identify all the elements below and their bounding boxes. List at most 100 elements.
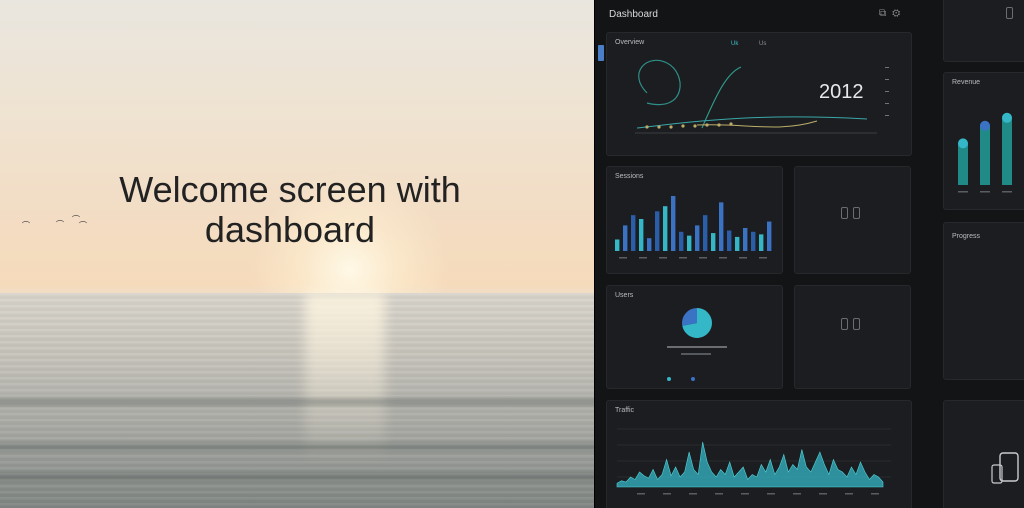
tick-label xyxy=(958,191,968,193)
bar xyxy=(743,227,748,251)
bar xyxy=(679,231,684,251)
tick-label xyxy=(1002,191,1012,193)
overview-card[interactable]: Overview Uk Us 2012 xyxy=(606,32,912,156)
sessions-bar-chart xyxy=(615,195,772,259)
pie-caption xyxy=(681,353,711,355)
tick-label xyxy=(679,257,687,259)
summary-card[interactable] xyxy=(943,0,1024,62)
tick-label xyxy=(767,493,775,495)
dashboard-panel: Dashboard ⧉⚙ Overview Uk Us 2012 Session… xyxy=(594,0,1024,508)
phone-shape xyxy=(999,452,1019,482)
bar xyxy=(663,206,668,251)
right-axis-ticks xyxy=(885,67,889,116)
handle-icon xyxy=(1006,7,1013,19)
export-icon[interactable]: ⧉ xyxy=(879,8,892,19)
series-line xyxy=(638,59,681,106)
tick-label xyxy=(871,493,879,495)
handle-icon xyxy=(853,207,860,219)
tick xyxy=(885,115,889,116)
stat-card[interactable] xyxy=(794,166,911,274)
toolbar-icons: ⧉⚙ xyxy=(879,8,906,19)
progress-card-title: Progress xyxy=(952,233,981,240)
tick-label xyxy=(759,257,767,259)
tick-label xyxy=(845,493,853,495)
bar xyxy=(647,238,652,251)
bar xyxy=(767,221,772,251)
tick-label xyxy=(699,257,707,259)
tick-label xyxy=(741,493,749,495)
data-point xyxy=(669,125,673,129)
tick xyxy=(885,103,889,104)
bar xyxy=(655,211,660,251)
bar xyxy=(759,234,764,251)
revenue-card[interactable]: Revenue xyxy=(943,72,1024,210)
tick xyxy=(885,91,889,92)
dashboard-title: Dashboard xyxy=(609,9,658,20)
bar-cap xyxy=(980,120,990,131)
bird-icon: ⌒ xyxy=(56,220,64,229)
bar-cap xyxy=(958,138,968,149)
data-point xyxy=(645,125,649,129)
users-card[interactable]: Users xyxy=(606,285,783,389)
bar xyxy=(623,225,628,251)
bar xyxy=(671,195,676,251)
users-pie-chart xyxy=(667,308,727,381)
tick-label xyxy=(719,257,727,259)
legend-swatch xyxy=(667,377,671,381)
tick-label xyxy=(793,493,801,495)
data-point xyxy=(681,124,685,128)
stat-card-2[interactable] xyxy=(794,285,911,389)
data-point xyxy=(657,125,661,129)
tick-label xyxy=(659,257,667,259)
bar xyxy=(687,235,692,251)
legend-swatch xyxy=(691,377,695,381)
tick-label xyxy=(663,493,671,495)
overview-line-chart xyxy=(635,59,889,134)
tick-label xyxy=(637,493,645,495)
traffic-area-chart xyxy=(616,428,891,495)
series-line xyxy=(696,120,818,128)
tick xyxy=(885,79,889,80)
settings-icon[interactable]: ⚙ xyxy=(892,8,906,19)
bar xyxy=(1002,117,1012,185)
data-point xyxy=(729,122,733,126)
sessions-card[interactable]: Sessions xyxy=(606,166,783,274)
wave xyxy=(0,470,594,484)
bar xyxy=(727,230,732,251)
bar xyxy=(631,215,636,251)
nav-indicator xyxy=(598,45,604,61)
tick-label xyxy=(639,257,647,259)
bar xyxy=(751,231,756,251)
area-series xyxy=(616,441,884,488)
device-card[interactable] xyxy=(943,400,1024,508)
sun-reflection xyxy=(305,293,385,463)
pie-caption xyxy=(667,346,727,348)
bar xyxy=(703,215,708,251)
progress-card[interactable]: Progress xyxy=(943,222,1024,380)
bar xyxy=(639,219,644,251)
handle-icon xyxy=(841,318,848,330)
data-point xyxy=(693,124,697,128)
data-point xyxy=(717,123,721,127)
bar xyxy=(695,225,700,251)
tick-label xyxy=(739,257,747,259)
bar xyxy=(719,202,724,251)
bar xyxy=(958,143,968,185)
traffic-card[interactable]: Traffic xyxy=(606,400,912,508)
bar xyxy=(735,236,740,251)
handle-icon xyxy=(853,318,860,330)
tick-label xyxy=(619,257,627,259)
bar xyxy=(711,233,716,251)
pie-slice xyxy=(682,308,697,326)
handle-icon xyxy=(841,207,848,219)
device-icon xyxy=(991,452,1019,484)
bar-cap xyxy=(1002,112,1012,123)
tick-label xyxy=(689,493,697,495)
bird-icon: ⌒ xyxy=(22,221,30,230)
tick-label xyxy=(819,493,827,495)
bar xyxy=(615,239,620,251)
points-group xyxy=(645,122,733,129)
wave xyxy=(0,395,594,409)
tick-label xyxy=(980,191,990,193)
revenue-bar-chart xyxy=(958,112,1012,193)
